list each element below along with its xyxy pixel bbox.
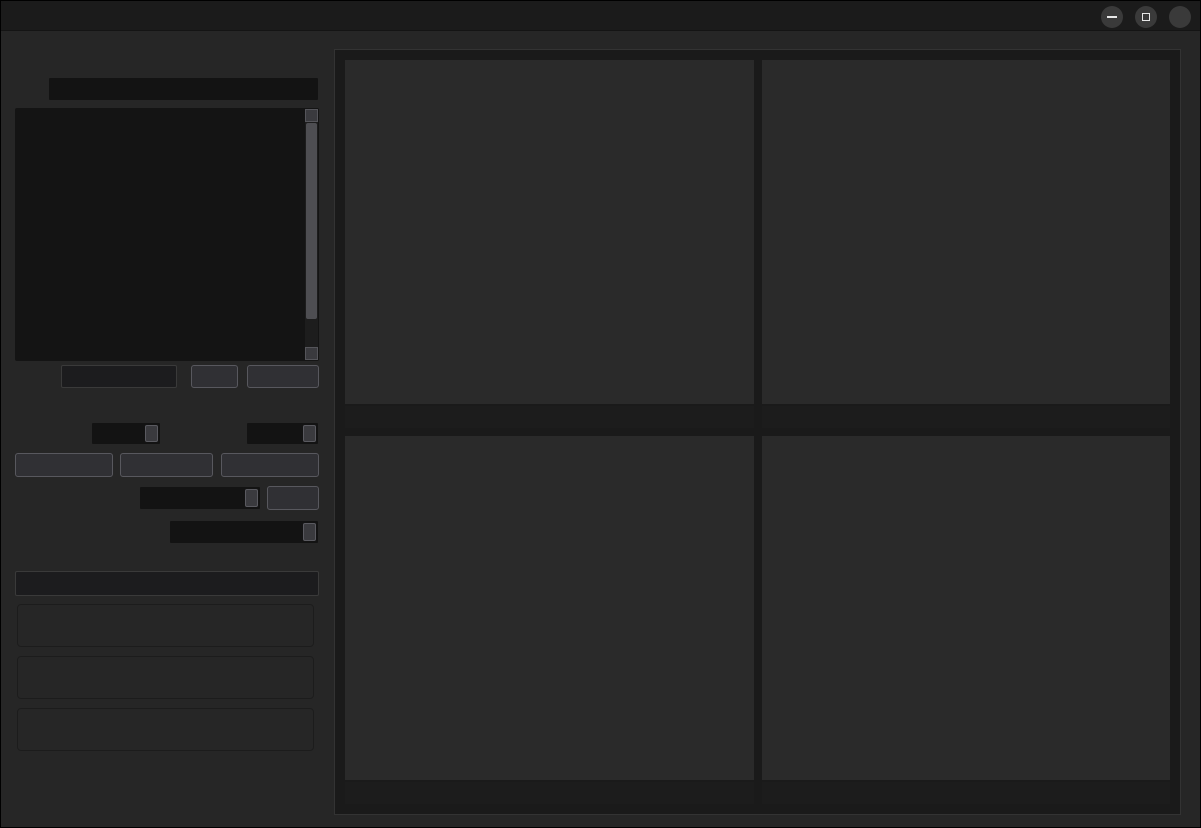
count-spin-down-icon[interactable]	[304, 532, 315, 540]
app-window	[0, 0, 1201, 828]
seed-spin-up-icon[interactable]	[246, 490, 257, 498]
titlebar	[1, 1, 1200, 31]
prompt-scrollbar[interactable]	[305, 109, 318, 360]
seed-random-button[interactable]	[267, 486, 319, 510]
generate-button[interactable]	[17, 604, 314, 647]
image-seed-caption-1	[345, 404, 754, 428]
preset-select[interactable]	[61, 365, 177, 388]
image-seed-caption-4	[762, 780, 1171, 804]
count-spin-up-icon[interactable]	[304, 524, 315, 532]
generated-image-3[interactable]	[345, 436, 754, 780]
minimize-icon	[1107, 16, 1117, 18]
cancel-button[interactable]	[17, 656, 314, 699]
image-seed-caption-3	[345, 780, 754, 804]
height-spinbox[interactable]	[246, 422, 319, 445]
image-seed-caption-2	[762, 404, 1171, 428]
gallery	[334, 49, 1181, 815]
seed-spin-down-icon[interactable]	[246, 498, 257, 506]
scroll-down-icon[interactable]	[305, 347, 318, 360]
seed-spinbox[interactable]	[139, 486, 261, 510]
memory-mode-select[interactable]	[15, 571, 319, 596]
image-cell-1	[345, 60, 754, 428]
width-spinbox[interactable]	[91, 422, 161, 445]
load-preset-button[interactable]	[247, 365, 319, 388]
image-cell-4	[762, 436, 1171, 804]
title-input[interactable]	[48, 77, 319, 101]
prompt-textarea[interactable]	[15, 108, 319, 361]
width-spin-up-icon[interactable]	[146, 426, 157, 434]
scroll-up-icon[interactable]	[305, 109, 318, 122]
scroll-thumb[interactable]	[306, 123, 317, 319]
save-preset-button[interactable]	[191, 365, 238, 388]
res-1024x1024-button[interactable]	[221, 453, 319, 477]
minimize-button[interactable]	[1101, 6, 1123, 28]
generated-image-1[interactable]	[345, 60, 754, 404]
save-image-button[interactable]	[17, 708, 314, 751]
image-cell-3	[345, 436, 754, 804]
count-spinbox[interactable]	[169, 520, 319, 544]
maximize-button[interactable]	[1135, 6, 1157, 28]
generated-image-2[interactable]	[762, 60, 1171, 404]
maximize-icon	[1142, 13, 1150, 21]
height-spin-down-icon[interactable]	[304, 434, 315, 442]
width-spin-down-icon[interactable]	[146, 434, 157, 442]
image-cell-2	[762, 60, 1171, 428]
height-spin-up-icon[interactable]	[304, 426, 315, 434]
generated-image-4[interactable]	[762, 436, 1171, 780]
res-1024x768-button[interactable]	[120, 453, 213, 477]
close-button[interactable]	[1169, 6, 1191, 28]
res-768x1024-button[interactable]	[15, 453, 113, 477]
